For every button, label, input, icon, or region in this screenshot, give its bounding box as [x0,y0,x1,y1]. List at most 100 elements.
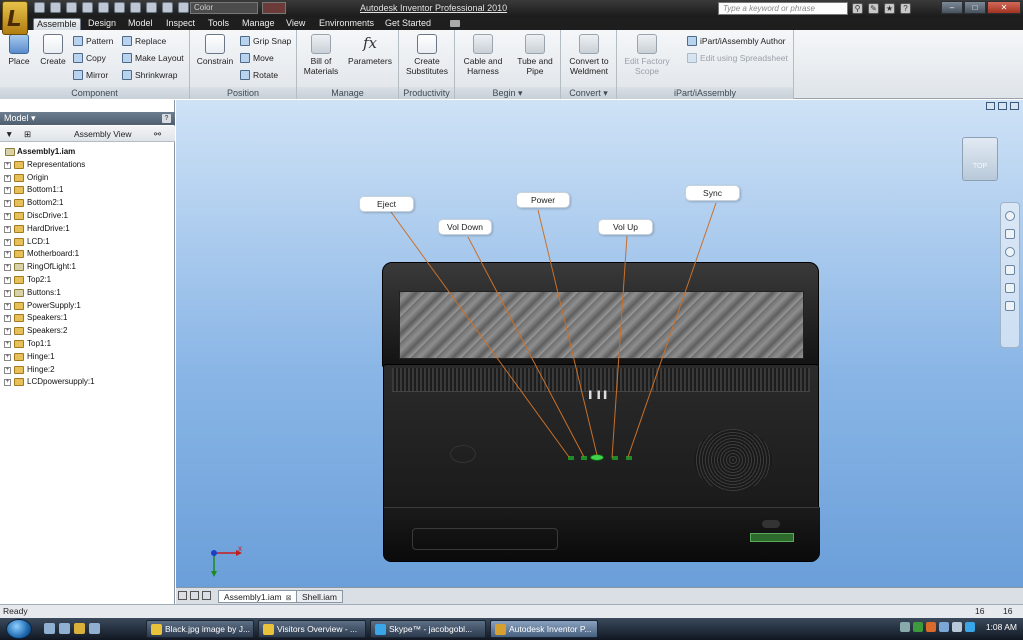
home-icon[interactable] [130,2,141,13]
tube-and-pipe-button[interactable]: Tube and Pipe [511,34,559,76]
create-substitutes-button[interactable]: Create Substitutes [402,34,452,76]
restore-button[interactable]: □ [964,1,986,14]
callout-eject[interactable]: Eject [359,196,414,212]
minimize-button[interactable]: – [941,1,963,14]
tree-item[interactable]: + DiscDrive:1 [3,210,173,223]
minimize-ribbon-icon[interactable] [450,20,460,27]
switch-windows-icon[interactable] [59,623,70,634]
laptop-lid-model[interactable] [382,262,819,368]
panel-title-convert[interactable]: Convert ▾ [561,87,616,99]
filter-icon[interactable]: ▼ [5,126,13,142]
start-button[interactable] [6,619,32,639]
taskbar-item[interactable]: Visitors Overview - ... [258,620,366,638]
application-menu-button[interactable] [2,1,28,35]
close-button[interactable]: ✕ [987,1,1021,14]
new-icon[interactable] [34,2,45,13]
convert-to-weldment-button[interactable]: Convert to Weldment [564,34,614,76]
bill-of-materials-button[interactable]: Bill of Materials [301,34,341,76]
rotate-button[interactable]: Rotate [240,69,278,81]
tree-item[interactable]: + Origin [3,172,173,185]
tray-shield-icon[interactable] [913,622,923,632]
io-ports-model[interactable] [750,533,794,542]
viewport-minimize-button[interactable] [986,102,995,110]
tree-item[interactable]: + Motherboard:1 [3,248,173,261]
expand-icon[interactable]: + [4,379,11,387]
cascade-icon[interactable] [190,591,199,600]
parameters-button[interactable]: fx Parameters [345,34,395,66]
expand-icon[interactable]: + [4,225,11,233]
tab-manage[interactable]: Manage [239,18,278,30]
cable-and-harness-button[interactable]: Cable and Harness [459,34,507,76]
callout-sync[interactable]: Sync [685,185,740,201]
clock[interactable]: 1:08 AM [986,622,1017,632]
look-at-icon[interactable] [1005,283,1015,293]
expand-icon[interactable]: + [4,353,11,361]
tree-item[interactable]: + PowerSupply:1 [3,300,173,313]
replace-button[interactable]: Replace [122,35,166,47]
zoom-all-icon[interactable] [1005,301,1015,311]
expand-icon[interactable]: + [4,366,11,374]
chrome-launch-icon[interactable] [74,623,85,634]
taskbar-item-active[interactable]: Autodesk Inventor P... [490,620,598,638]
viewport-close-button[interactable] [1010,102,1019,110]
tray-network-icon[interactable] [939,622,949,632]
show-desktop-icon[interactable] [44,623,55,634]
view-dropdown[interactable]: Assembly View [74,126,131,142]
power-button-model[interactable] [590,454,604,461]
expand-icon[interactable]: + [4,302,11,310]
measure-icon[interactable] [178,2,189,13]
panel-title-begin[interactable]: Begin ▾ [455,87,560,99]
tab-get-started[interactable]: Get Started [382,18,434,30]
grip-snap-button[interactable]: Grip Snap [240,35,291,47]
expand-icon[interactable]: + [4,187,11,195]
tab-tools[interactable]: Tools [205,18,232,30]
copy-button[interactable]: Copy [73,52,106,64]
expand-icon[interactable]: + [4,161,11,169]
base-bottom-model[interactable] [384,507,820,561]
sync-button-model[interactable] [626,456,632,460]
mirror-button[interactable]: Mirror [73,69,108,81]
tree-item[interactable]: + Top1:1 [3,338,173,351]
binoculars-icon[interactable]: ⚲ [852,3,863,14]
disc-slot-model[interactable] [412,528,558,550]
tab-view[interactable]: View [283,18,308,30]
star-icon[interactable]: ★ [884,3,895,14]
callout-vol-up[interactable]: Vol Up [598,219,653,235]
laptop-base-model[interactable]: ▌▐ ▌ [383,364,820,562]
doc-tab-assembly1[interactable]: Assembly1.iam ⊠ [218,590,298,603]
doc-tab-close-icon[interactable]: ⊠ [286,595,292,602]
constrain-button[interactable]: Constrain [195,34,235,66]
pattern-button[interactable]: Pattern [73,35,113,47]
port-model[interactable] [762,520,780,528]
keyboard-hinge-model[interactable] [392,368,810,392]
browser-help-icon[interactable]: ? [162,114,171,123]
tree-options-icon[interactable]: ⊞ [24,126,31,142]
taskbar-item[interactable]: Black.jpg image by J... [146,620,254,638]
tile-icon[interactable] [178,591,187,600]
print-icon[interactable] [114,2,125,13]
browser-header[interactable]: Model ▾ ? [0,112,175,125]
make-layout-button[interactable]: Make Layout [122,52,184,64]
tab-model[interactable]: Model [125,18,156,30]
orbit-icon[interactable] [1005,265,1015,275]
tree-item[interactable]: + Buttons:1 [3,287,173,300]
ipart-author-button[interactable]: iPart/iAssembly Author [687,35,786,47]
tree-item[interactable]: + Hinge:2 [3,364,173,377]
expand-icon[interactable]: + [4,251,11,259]
doc-tab-shell[interactable]: Shell.iam [296,590,343,603]
tree-item[interactable]: + Representations [3,159,173,172]
tab-design[interactable]: Design [85,18,119,30]
tray-volume-icon[interactable] [952,622,962,632]
place-button[interactable]: Place [4,34,34,66]
undo-icon[interactable] [82,2,93,13]
expand-icon[interactable]: + [4,328,11,336]
callout-power[interactable]: Power [516,192,570,208]
graphics-window[interactable]: TOP ▌▐ ▌ Eject Vol Down Power Vol Up Syn… [176,100,1023,587]
update-icon[interactable] [146,2,157,13]
tray-app-icon[interactable] [926,622,936,632]
speaker-grille-model[interactable] [694,429,772,491]
help-search-input[interactable]: Type a keyword or phrase [718,2,848,15]
tab-environments[interactable]: Environments [316,18,377,30]
tree-item[interactable]: + LCD:1 [3,236,173,249]
color-swatch-dropdown[interactable] [262,2,286,14]
